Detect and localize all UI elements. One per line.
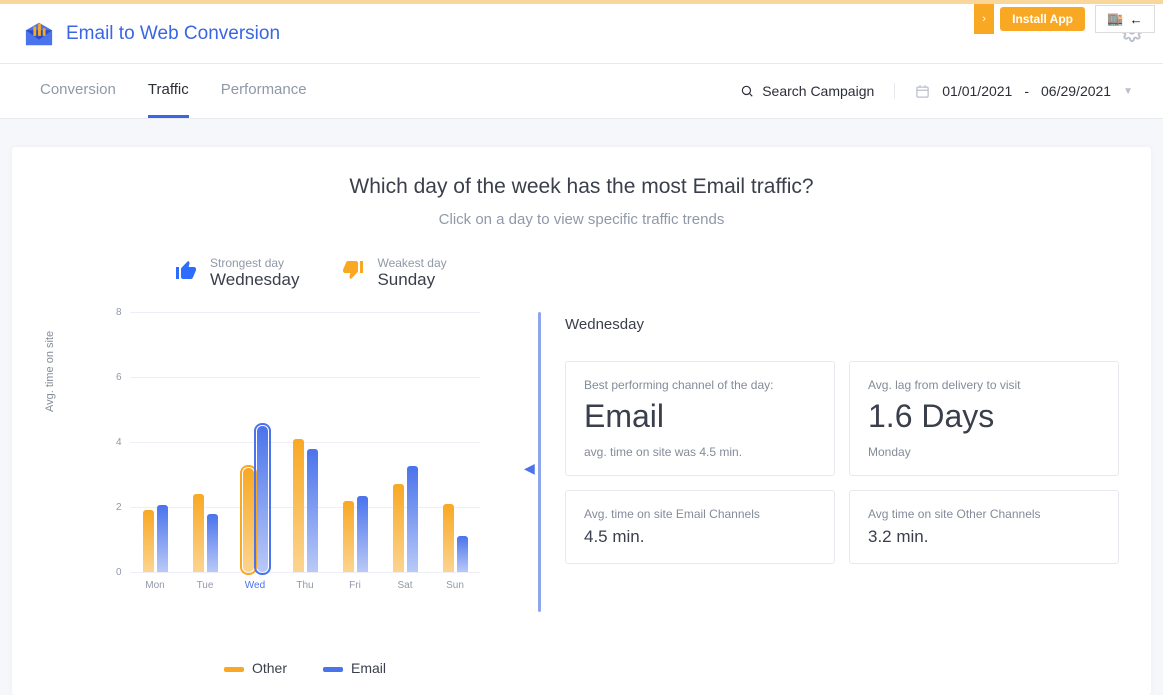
box1-value: Email <box>584 398 816 435</box>
tab-performance[interactable]: Performance <box>221 64 307 118</box>
y-axis-label: Avg. time on site <box>44 331 56 412</box>
tab-conversion[interactable]: Conversion <box>40 64 116 118</box>
content-row: Avg. time on site 8 6 4 2 0 MonTueWedThu… <box>44 312 1119 612</box>
weakest-value: Sunday <box>377 270 446 290</box>
ytick-0: 0 <box>116 567 122 578</box>
search-icon <box>740 84 754 98</box>
search-campaign[interactable]: Search Campaign <box>740 83 895 99</box>
swatch-other <box>224 667 244 672</box>
weakest-day-block: Weakest day Sunday <box>341 256 446 290</box>
box2-value: 1.6 Days <box>868 398 1100 435</box>
bar-pair-fri[interactable] <box>335 496 375 572</box>
box-best-channel: Best performing channel of the day: Emai… <box>565 361 835 476</box>
xtick-tue: Tue <box>185 580 225 591</box>
date-to: 06/29/2021 <box>1041 83 1111 99</box>
legend-other: Other <box>224 660 287 676</box>
xtick-wed: Wed <box>235 580 275 591</box>
ytick-4: 4 <box>116 437 122 448</box>
brand[interactable]: Email to Web Conversion <box>24 20 280 48</box>
strongest-value: Wednesday <box>210 270 299 290</box>
weakest-label: Weakest day <box>377 256 446 270</box>
box-avg-lag: Avg. lag from delivery to visit 1.6 Days… <box>849 361 1119 476</box>
box2-label: Avg. lag from delivery to visit <box>868 378 1100 392</box>
box-email-time: Avg. time on site Email Channels 4.5 min… <box>565 490 835 564</box>
collapse-left-icon[interactable]: ◀ <box>524 460 535 477</box>
box2-sub: Monday <box>868 445 1100 459</box>
back-arrow-icon: ← <box>1130 12 1143 27</box>
workspace: Which day of the week has the most Email… <box>0 119 1163 695</box>
chevron-down-icon: ▼ <box>1123 86 1133 97</box>
traffic-card: Which day of the week has the most Email… <box>12 147 1151 695</box>
card-subtext: Click on a day to view specific traffic … <box>44 211 1119 228</box>
card-headline: Which day of the week has the most Email… <box>44 175 1119 199</box>
bar-pair-sat[interactable] <box>385 466 425 572</box>
xtick-sat: Sat <box>385 580 425 591</box>
date-from: 01/01/2021 <box>942 83 1012 99</box>
day-stats: Strongest day Wednesday Weakest day Sund… <box>174 256 1119 290</box>
chart-zone: Avg. time on site 8 6 4 2 0 MonTueWedThu… <box>44 312 514 612</box>
box-other-time: Avg time on site Other Channels 3.2 min. <box>849 490 1119 564</box>
tools: Search Campaign 01/01/2021 - 06/29/2021 … <box>740 83 1133 99</box>
calendar-icon <box>915 84 930 99</box>
tabs: Conversion Traffic Performance <box>40 64 307 118</box>
subheader: Conversion Traffic Performance Search Ca… <box>0 64 1163 119</box>
brand-logo-icon <box>24 20 54 48</box>
date-range-picker[interactable]: 01/01/2021 - 06/29/2021 ▼ <box>915 83 1133 99</box>
box4-label: Avg time on site Other Channels <box>868 507 1100 521</box>
strongest-label: Strongest day <box>210 256 299 270</box>
bar-chart[interactable]: 8 6 4 2 0 MonTueWedThuFriSatSun <box>130 312 480 572</box>
vertical-divider: ◀ <box>538 312 541 612</box>
install-strip: › Install App 🏬← <box>974 4 1163 34</box>
box3-label: Avg. time on site Email Channels <box>584 507 816 521</box>
ytick-6: 6 <box>116 372 122 383</box>
bar-pair-tue[interactable] <box>185 494 225 572</box>
thumbs-down-icon <box>341 258 365 288</box>
box4-value: 3.2 min. <box>868 527 1100 547</box>
xticks: Mon Tue Wed Thu Fri Sat Sun <box>130 580 480 591</box>
metric-grid: Best performing channel of the day: Emai… <box>565 361 1119 564</box>
store-icon: 🏬 <box>1107 11 1123 27</box>
bars-container <box>130 312 480 572</box>
box1-label: Best performing channel of the day: <box>584 378 816 392</box>
search-placeholder: Search Campaign <box>762 83 874 99</box>
box3-value: 4.5 min. <box>584 527 816 547</box>
xtick-fri: Fri <box>335 580 375 591</box>
thumbs-up-icon <box>174 258 198 288</box>
chevron-right-icon[interactable]: › <box>974 4 994 34</box>
detail-panel: Wednesday Best performing channel of the… <box>565 312 1119 612</box>
store-toggle-button[interactable]: 🏬← <box>1095 5 1155 33</box>
box1-sub: avg. time on site was 4.5 min. <box>584 445 816 459</box>
bar-pair-mon[interactable] <box>135 505 175 572</box>
bar-pair-sun[interactable] <box>435 504 475 572</box>
chart-legend: Other Email <box>130 660 480 676</box>
swatch-email <box>323 667 343 672</box>
brand-title: Email to Web Conversion <box>66 23 280 45</box>
install-app-button[interactable]: Install App <box>1000 7 1085 31</box>
tab-traffic[interactable]: Traffic <box>148 64 189 118</box>
xtick-thu: Thu <box>285 580 325 591</box>
xtick-mon: Mon <box>135 580 175 591</box>
strongest-day-block: Strongest day Wednesday <box>174 256 299 290</box>
xtick-sun: Sun <box>435 580 475 591</box>
date-sep: - <box>1024 83 1029 99</box>
legend-email: Email <box>323 660 386 676</box>
ytick-2: 2 <box>116 502 122 513</box>
ytick-8: 8 <box>116 307 122 318</box>
bar-pair-wed[interactable] <box>235 426 275 572</box>
panel-day-title: Wednesday <box>565 316 1119 333</box>
bar-pair-thu[interactable] <box>285 439 325 572</box>
